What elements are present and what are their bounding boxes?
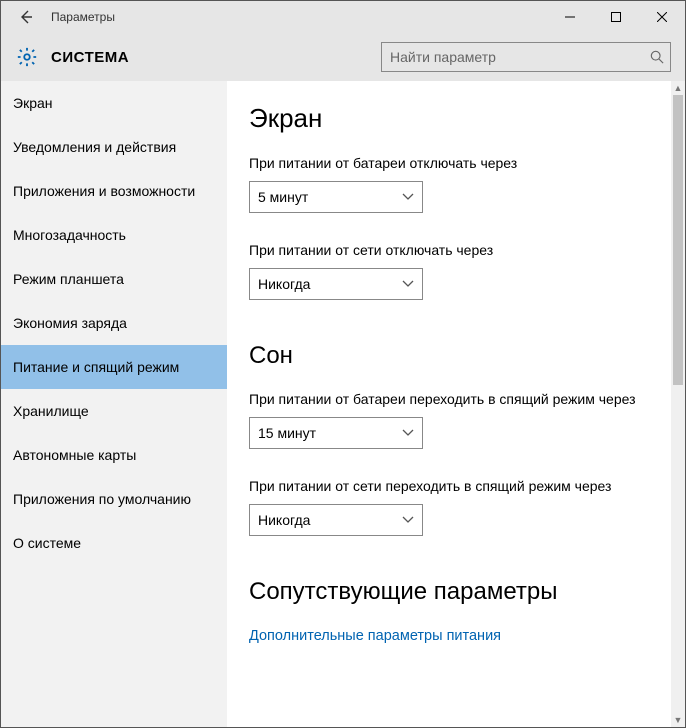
advanced-power-link[interactable]: Дополнительные параметры питания <box>249 628 501 644</box>
sleep-plugged-label: При питании от сети переходить в спящий … <box>249 477 661 496</box>
minimize-button[interactable] <box>547 1 593 33</box>
search-box[interactable] <box>381 42 671 72</box>
sidebar: ЭкранУведомления и действияПриложения и … <box>1 81 227 727</box>
close-button[interactable] <box>639 1 685 33</box>
sidebar-item[interactable]: О системе <box>1 521 227 565</box>
window-title: Параметры <box>51 10 115 24</box>
sidebar-item[interactable]: Приложения и возможности <box>1 169 227 213</box>
chevron-down-icon <box>402 516 414 524</box>
scrollbar-thumb[interactable] <box>673 95 683 385</box>
screen-plugged-value: Никогда <box>258 276 310 292</box>
sidebar-item[interactable]: Многозадачность <box>1 213 227 257</box>
sidebar-item[interactable]: Хранилище <box>1 389 227 433</box>
related-heading: Сопутствующие параметры <box>249 578 661 606</box>
sleep-battery-value: 15 минут <box>258 425 316 441</box>
screen-battery-label: При питании от батареи отключать через <box>249 154 661 173</box>
search-icon <box>650 50 664 64</box>
back-button[interactable] <box>5 1 47 33</box>
scroll-down-icon[interactable]: ▼ <box>671 713 685 727</box>
gear-icon <box>13 43 41 71</box>
chevron-down-icon <box>402 193 414 201</box>
close-icon <box>657 12 667 22</box>
content-pane: Экран При питании от батареи отключать ч… <box>227 81 685 727</box>
scroll-up-icon[interactable]: ▲ <box>671 81 685 95</box>
sidebar-item[interactable]: Уведомления и действия <box>1 125 227 169</box>
section-title: СИСТЕМА <box>51 49 129 66</box>
sidebar-item[interactable]: Режим планшета <box>1 257 227 301</box>
titlebar: Параметры <box>1 1 685 33</box>
sleep-battery-select[interactable]: 15 минут <box>249 417 423 449</box>
sleep-plugged-value: Никогда <box>258 512 310 528</box>
maximize-button[interactable] <box>593 1 639 33</box>
sleep-heading: Сон <box>249 342 661 370</box>
arrow-left-icon <box>18 9 34 25</box>
chevron-down-icon <box>402 280 414 288</box>
minimize-icon <box>565 12 575 22</box>
header: СИСТЕМА <box>1 33 685 81</box>
sidebar-item[interactable]: Приложения по умолчанию <box>1 477 227 521</box>
screen-battery-value: 5 минут <box>258 189 308 205</box>
scrollbar[interactable]: ▲ ▼ <box>671 81 685 727</box>
sidebar-item[interactable]: Экономия заряда <box>1 301 227 345</box>
maximize-icon <box>611 12 621 22</box>
sidebar-item[interactable]: Экран <box>1 81 227 125</box>
chevron-down-icon <box>402 429 414 437</box>
screen-battery-select[interactable]: 5 минут <box>249 181 423 213</box>
sleep-battery-label: При питании от батареи переходить в спящ… <box>249 390 661 409</box>
screen-heading: Экран <box>249 103 661 134</box>
screen-plugged-select[interactable]: Никогда <box>249 268 423 300</box>
sidebar-item[interactable]: Питание и спящий режим <box>1 345 227 389</box>
search-input[interactable] <box>390 49 650 65</box>
sidebar-item[interactable]: Автономные карты <box>1 433 227 477</box>
screen-plugged-label: При питании от сети отключать через <box>249 241 661 260</box>
sleep-plugged-select[interactable]: Никогда <box>249 504 423 536</box>
